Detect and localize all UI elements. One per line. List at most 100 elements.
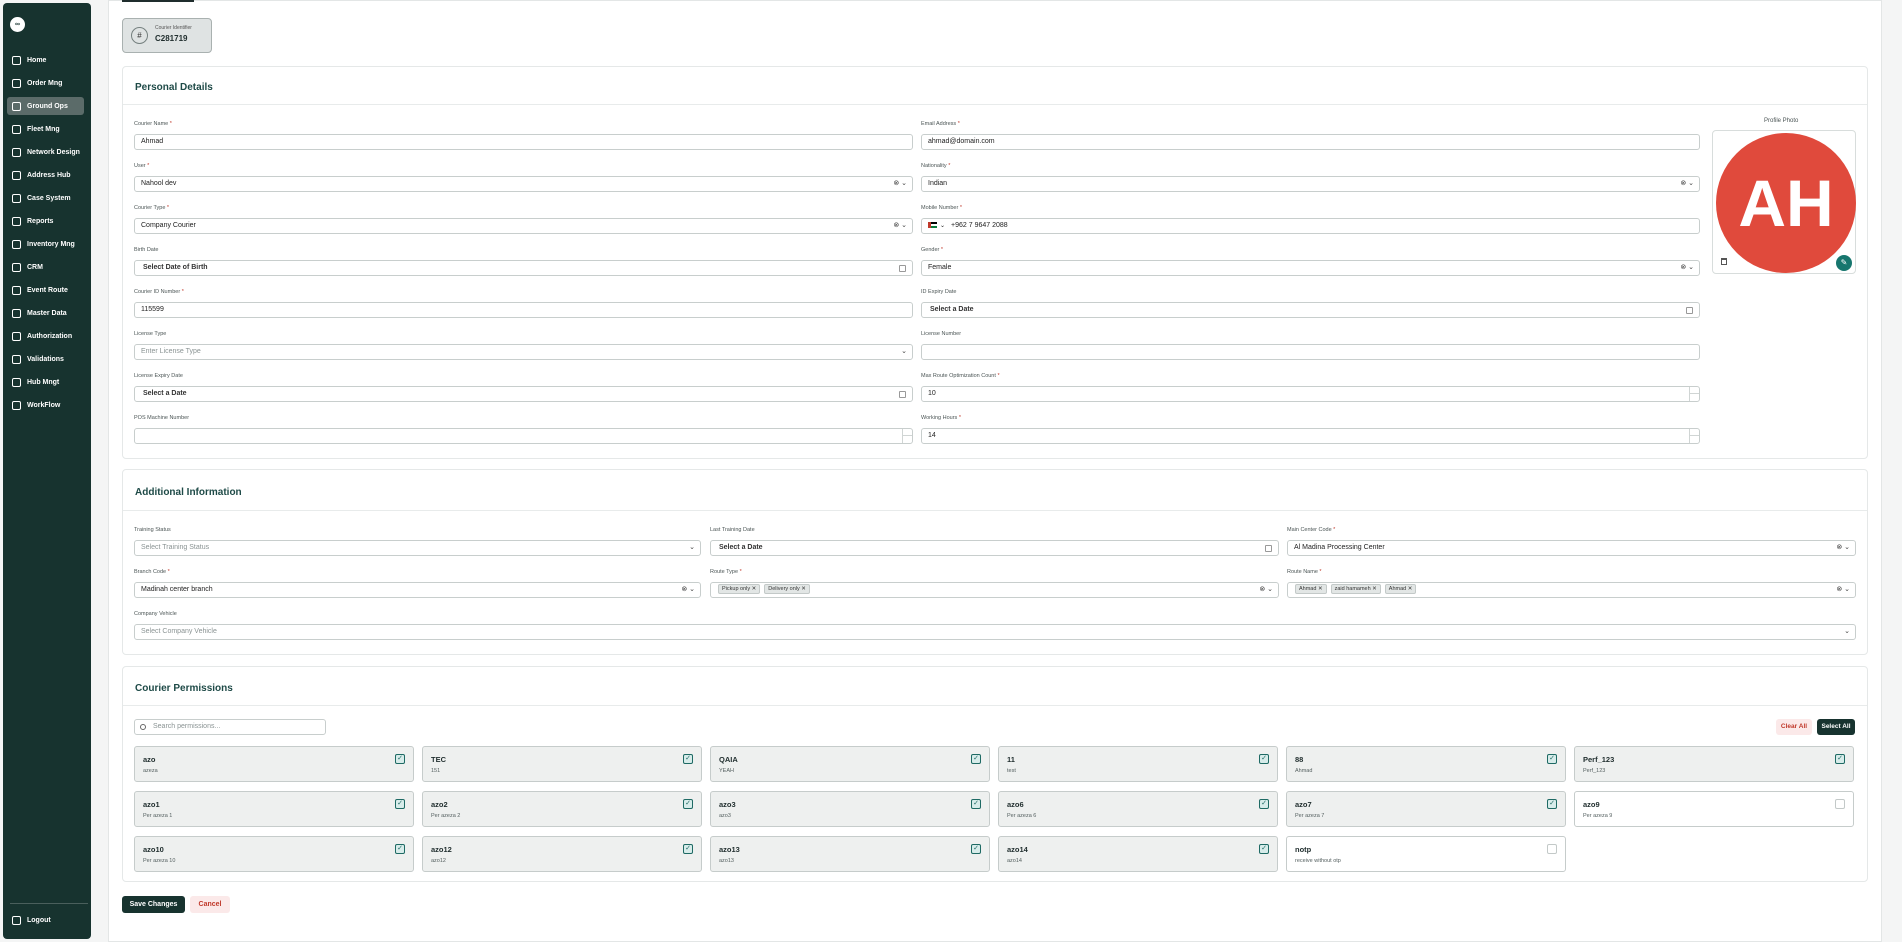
- permission-card[interactable]: 11 test ✓: [998, 746, 1278, 782]
- max-route-input[interactable]: 10: [921, 386, 1700, 402]
- permission-checkbox[interactable]: ✓: [683, 799, 693, 809]
- sidebar-item-order-mng[interactable]: Order Mng: [7, 74, 84, 92]
- sidebar-item-reports[interactable]: Reports: [7, 212, 84, 230]
- permission-checkbox[interactable]: ✓: [1259, 844, 1269, 854]
- nationality-select[interactable]: Indian ⊗ ⌄: [921, 176, 1700, 192]
- chip-pickup-only[interactable]: Pickup only ✕: [718, 584, 761, 595]
- permission-card[interactable]: azo3 azo3 ✓: [710, 791, 990, 827]
- permission-card[interactable]: TEC 151 ✓: [422, 746, 702, 782]
- permission-checkbox[interactable]: ✓: [395, 754, 405, 764]
- chip-route-name[interactable]: Ahmad ✕: [1295, 584, 1327, 595]
- permission-card[interactable]: notp receive without otp: [1286, 836, 1566, 872]
- sidebar-item-workflow[interactable]: WorkFlow: [7, 396, 84, 414]
- permission-card[interactable]: azo14 azo14 ✓: [998, 836, 1278, 872]
- permission-checkbox[interactable]: ✓: [971, 754, 981, 764]
- permission-checkbox[interactable]: ✓: [971, 799, 981, 809]
- sidebar-item-authorization[interactable]: Authorization: [7, 327, 84, 345]
- mobile-input[interactable]: ⌄ +962 7 9647 2088: [921, 218, 1700, 234]
- permission-checkbox[interactable]: ✓: [395, 799, 405, 809]
- user-select[interactable]: Nahool dev ⊗ ⌄: [134, 176, 913, 192]
- permission-card[interactable]: azo2 Per azeza 2 ✓: [422, 791, 702, 827]
- sidebar-item-inventory-mng[interactable]: Inventory Mng: [7, 235, 84, 253]
- permission-checkbox[interactable]: ✓: [683, 754, 693, 764]
- clear-chevron-icon[interactable]: ⊗ ⌄: [681, 583, 695, 597]
- permission-card[interactable]: azo azeza ✓: [134, 746, 414, 782]
- clear-chevron-icon[interactable]: ⊗ ⌄: [1680, 261, 1694, 275]
- sidebar-item-network-design[interactable]: Network Design: [7, 143, 84, 161]
- sidebar-item-home[interactable]: Home: [7, 51, 84, 69]
- select-all-button[interactable]: Select All: [1817, 719, 1855, 735]
- permission-card[interactable]: azo1 Per azeza 1 ✓: [134, 791, 414, 827]
- sidebar-item-fleet-mng[interactable]: Fleet Mng: [7, 120, 84, 138]
- gender-select[interactable]: Female ⊗ ⌄: [921, 260, 1700, 276]
- chip-delivery-only[interactable]: Delivery only ✕: [764, 584, 810, 595]
- sidebar-item-event-route[interactable]: Event Route: [7, 281, 84, 299]
- permission-card[interactable]: azo7 Per azeza 7 ✓: [1286, 791, 1566, 827]
- route-name-multiselect[interactable]: Ahmad ✕ zaid hamameh ✕ Ahmad ✕ ⊗ ⌄: [1287, 582, 1856, 598]
- jordan-flag-icon[interactable]: [928, 222, 937, 229]
- permission-card[interactable]: QAIA YEAH ✓: [710, 746, 990, 782]
- app-logo[interactable]: ∞: [10, 17, 25, 32]
- chip-route-name[interactable]: Ahmad ✕: [1384, 584, 1417, 595]
- clear-chevron-icon[interactable]: ⊗ ⌄: [1836, 583, 1850, 597]
- sidebar-item-hub-mngt[interactable]: Hub Mngt: [7, 373, 84, 391]
- sidebar-item-validations[interactable]: Validations: [7, 350, 84, 368]
- clear-chevron-icon[interactable]: ⊗ ⌄: [1836, 541, 1850, 555]
- cancel-button[interactable]: Cancel: [190, 896, 230, 913]
- pos-number-input[interactable]: [134, 428, 913, 444]
- branch-code-select[interactable]: Madinah center branch ⊗ ⌄: [134, 582, 701, 598]
- permission-checkbox[interactable]: ✓: [1835, 754, 1845, 764]
- number-stepper[interactable]: [1689, 429, 1699, 443]
- route-type-multiselect[interactable]: Pickup only ✕ Delivery only ✕ ⊗ ⌄: [710, 582, 1279, 598]
- license-number-input[interactable]: [921, 344, 1700, 360]
- permission-card[interactable]: azo9 Per azeza 9: [1574, 791, 1854, 827]
- license-type-select[interactable]: Enter License Type ⌄: [134, 344, 913, 360]
- permission-card[interactable]: azo6 Per azeza 6 ✓: [998, 791, 1278, 827]
- permission-checkbox[interactable]: [1835, 799, 1845, 809]
- permissions-search-input[interactable]: Search permissions...: [134, 719, 326, 735]
- number-stepper[interactable]: [1689, 387, 1699, 401]
- sidebar-item-ground-ops[interactable]: Ground Ops: [7, 97, 84, 115]
- permission-checkbox[interactable]: ✓: [1259, 754, 1269, 764]
- permission-checkbox[interactable]: ✓: [1259, 799, 1269, 809]
- number-stepper[interactable]: [902, 429, 912, 443]
- permission-checkbox[interactable]: ✓: [971, 844, 981, 854]
- trash-icon[interactable]: [1721, 258, 1727, 265]
- permission-checkbox[interactable]: ✓: [1547, 799, 1557, 809]
- sidebar-item-crm[interactable]: CRM: [7, 258, 84, 276]
- clear-all-button[interactable]: Clear All: [1776, 719, 1812, 735]
- logout-button[interactable]: Logout: [7, 911, 84, 929]
- email-input[interactable]: ahmad@domain.com: [921, 134, 1700, 150]
- permission-card[interactable]: Perf_123 Perf_123 ✓: [1574, 746, 1854, 782]
- sidebar-item-address-hub[interactable]: Address Hub: [7, 166, 84, 184]
- country-chevron-icon[interactable]: ⌄: [940, 223, 945, 229]
- permission-card[interactable]: azo12 azo12 ✓: [422, 836, 702, 872]
- courier-id-input[interactable]: 115599: [134, 302, 913, 318]
- main-center-select[interactable]: Al Madina Processing Center ⊗ ⌄: [1287, 540, 1856, 556]
- clear-chevron-icon[interactable]: ⊗ ⌄: [893, 219, 907, 233]
- permission-card[interactable]: 88 Ahmad ✓: [1286, 746, 1566, 782]
- courier-name-input[interactable]: Ahmad: [134, 134, 913, 150]
- clear-chevron-icon[interactable]: ⊗ ⌄: [1259, 583, 1273, 597]
- sidebar-item-master-data[interactable]: Master Data: [7, 304, 84, 322]
- permission-checkbox[interactable]: ✓: [683, 844, 693, 854]
- birth-date-picker[interactable]: Select Date of Birth: [134, 260, 913, 276]
- last-training-picker[interactable]: Select a Date: [710, 540, 1279, 556]
- sidebar-item-case-system[interactable]: Case System: [7, 189, 84, 207]
- permission-card[interactable]: azo13 azo13 ✓: [710, 836, 990, 872]
- company-vehicle-select[interactable]: Select Company Vehicle ⌄: [134, 624, 1856, 640]
- edit-photo-button[interactable]: ✎: [1836, 255, 1852, 271]
- id-expiry-picker[interactable]: Select a Date: [921, 302, 1700, 318]
- courier-type-select[interactable]: Company Courier ⊗ ⌄: [134, 218, 913, 234]
- chip-route-name[interactable]: zaid hamameh ✕: [1330, 584, 1381, 595]
- permission-checkbox[interactable]: ✓: [1547, 754, 1557, 764]
- clear-chevron-icon[interactable]: ⊗ ⌄: [893, 177, 907, 191]
- permission-checkbox[interactable]: ✓: [395, 844, 405, 854]
- clear-chevron-icon[interactable]: ⊗ ⌄: [1680, 177, 1694, 191]
- training-status-select[interactable]: Select Training Status ⌄: [134, 540, 701, 556]
- permission-checkbox[interactable]: [1547, 844, 1557, 854]
- permission-card[interactable]: azo10 Per azeza 10 ✓: [134, 836, 414, 872]
- working-hours-input[interactable]: 14: [921, 428, 1700, 444]
- license-expiry-picker[interactable]: Select a Date: [134, 386, 913, 402]
- save-changes-button[interactable]: Save Changes: [122, 896, 185, 913]
